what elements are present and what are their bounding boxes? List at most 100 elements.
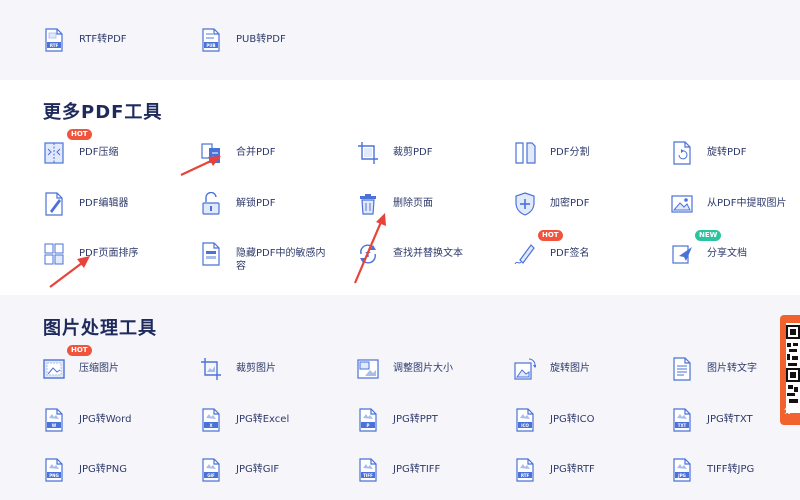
tool-label: JPG转Excel	[236, 414, 290, 425]
tool-label: 查找并替换文本	[393, 248, 463, 259]
signature-icon: HOT	[514, 230, 563, 266]
tool-share[interactable]: NEW 分享文档	[671, 230, 747, 266]
tool-redact[interactable]: 隐藏PDF中的敏感内容	[200, 242, 328, 273]
qr-code-icon	[786, 323, 800, 413]
svg-text:RTF: RTF	[50, 43, 59, 48]
tool-crop-image[interactable]: 裁剪图片	[200, 357, 276, 381]
pdf-section-title: 更多PDF工具	[43, 102, 163, 123]
svg-text:JPG: JPG	[677, 473, 686, 478]
tool-edit[interactable]: PDF编辑器	[43, 192, 128, 216]
compress-icon: HOT	[43, 129, 92, 165]
tool-label: 旋转图片	[550, 363, 590, 374]
tool-label: 从PDF中提取图片	[707, 198, 787, 209]
pub-file-icon: PUB	[200, 28, 222, 52]
find-replace-icon: T	[357, 242, 379, 266]
tool-rtf-file[interactable]: RTF RTF转PDF	[43, 28, 127, 52]
tool-jpg-excel[interactable]: X JPG转Excel	[200, 408, 289, 432]
rtf-file-icon: RTF	[43, 28, 65, 52]
svg-text:W: W	[52, 423, 57, 428]
tool-find-replace[interactable]: T 查找并替换文本	[357, 242, 463, 266]
tool-label: 解锁PDF	[236, 198, 276, 209]
tool-shield[interactable]: 加密PDF	[514, 192, 589, 216]
sort-pages-icon	[43, 242, 65, 266]
image-to-text-icon	[671, 357, 693, 381]
tool-jpg-rtf[interactable]: RTF JPG转RTF	[514, 458, 595, 482]
tool-label: 压缩图片	[79, 363, 119, 374]
tool-unlock[interactable]: 解锁PDF	[200, 192, 275, 216]
tool-sort-pages[interactable]: PDF页面排序	[43, 242, 138, 266]
tool-label: JPG转ICO	[550, 414, 595, 425]
tool-resize-image[interactable]: 调整图片大小	[357, 357, 453, 381]
svg-text:P: P	[367, 423, 370, 428]
rotate-icon	[671, 141, 693, 165]
tool-image-to-text[interactable]: 图片转文字	[671, 357, 757, 381]
tool-label: 合并PDF	[236, 147, 276, 158]
new-badge: NEW	[695, 230, 722, 241]
resize-image-icon	[357, 357, 379, 381]
tool-signature[interactable]: HOT PDF签名	[514, 230, 590, 266]
tool-split[interactable]: PDF分割	[514, 141, 589, 165]
shield-icon	[514, 192, 536, 216]
tool-label: 删除页面	[393, 198, 433, 209]
tool-jpg-word[interactable]: W JPG转Word	[43, 408, 131, 432]
svg-text:X: X	[209, 423, 212, 428]
tool-label: 图片转文字	[707, 363, 757, 374]
jpg-ppt-icon: P	[357, 408, 379, 432]
tool-compress[interactable]: HOT PDF压缩	[43, 129, 119, 165]
extract-image-icon	[671, 192, 693, 216]
merge-icon	[200, 141, 222, 165]
redact-icon	[200, 242, 222, 266]
hot-badge: HOT	[67, 345, 92, 356]
hot-badge: HOT	[67, 129, 92, 140]
tool-label: 调整图片大小	[393, 363, 453, 374]
tool-label: JPG转Word	[79, 414, 132, 425]
tool-jpg-gif[interactable]: GIF JPG转GIF	[200, 458, 279, 482]
rotate-image-icon	[514, 357, 536, 381]
crop-image-icon	[200, 357, 222, 381]
jpg-png-icon: PNG	[43, 458, 65, 482]
tool-label: PDF分割	[550, 147, 590, 158]
tool-jpg-png[interactable]: PNG JPG转PNG	[43, 458, 127, 482]
tool-crop[interactable]: 裁剪PDF	[357, 141, 432, 165]
tool-jpg-txt[interactable]: TXT JPG转TXT	[671, 408, 753, 432]
svg-text:RTF: RTF	[521, 473, 530, 478]
svg-text:PUB: PUB	[206, 43, 215, 48]
tool-tiff-jpg[interactable]: JPG TIFF转JPG	[671, 458, 754, 482]
tool-label: JPG转RTF	[550, 464, 595, 475]
tool-compress-image[interactable]: HOT 压缩图片	[43, 345, 119, 381]
trash-icon	[357, 192, 379, 216]
edit-icon	[43, 192, 65, 216]
tool-label: PDF页面排序	[79, 248, 139, 259]
tool-rotate[interactable]: 旋转PDF	[671, 141, 746, 165]
svg-text:ICO: ICO	[521, 423, 529, 428]
svg-text:GIF: GIF	[207, 473, 215, 478]
tool-rotate-image[interactable]: 旋转图片	[514, 357, 590, 381]
tool-label: RTF转PDF	[79, 34, 127, 45]
tool-label: PDF签名	[550, 248, 590, 259]
jpg-excel-icon: X	[200, 408, 222, 432]
tool-label: 隐藏PDF中的敏感内容	[236, 248, 326, 272]
tool-label: JPG转TXT	[707, 414, 753, 425]
tool-label: JPG转TIFF	[393, 464, 441, 475]
tool-jpg-tiff[interactable]: TIFF JPG转TIFF	[357, 458, 440, 482]
jpg-tiff-icon: TIFF	[357, 458, 379, 482]
compress-image-icon: HOT	[43, 345, 92, 381]
tool-jpg-ppt[interactable]: P JPG转PPT	[357, 408, 438, 432]
tool-label: 裁剪图片	[236, 363, 276, 374]
tool-merge[interactable]: 合并PDF	[200, 141, 275, 165]
tool-label: 加密PDF	[550, 198, 590, 209]
tool-extract-image[interactable]: 从PDF中提取图片	[671, 192, 786, 216]
tool-jpg-ico[interactable]: ICO JPG转ICO	[514, 408, 595, 432]
jpg-rtf-icon: RTF	[514, 458, 536, 482]
tool-pub-file[interactable]: PUB PUB转PDF	[200, 28, 286, 52]
tool-label: 旋转PDF	[707, 147, 747, 158]
unlock-icon	[200, 192, 222, 216]
qr-widget-label: 分	[784, 406, 792, 415]
tool-label: JPG转PPT	[393, 414, 438, 425]
tool-trash[interactable]: 删除页面	[357, 192, 433, 216]
tool-label: PDF压缩	[79, 147, 119, 158]
tool-label: TIFF转JPG	[707, 464, 755, 475]
jpg-txt-icon: TXT	[671, 408, 693, 432]
jpg-ico-icon: ICO	[514, 408, 536, 432]
split-icon	[514, 141, 536, 165]
